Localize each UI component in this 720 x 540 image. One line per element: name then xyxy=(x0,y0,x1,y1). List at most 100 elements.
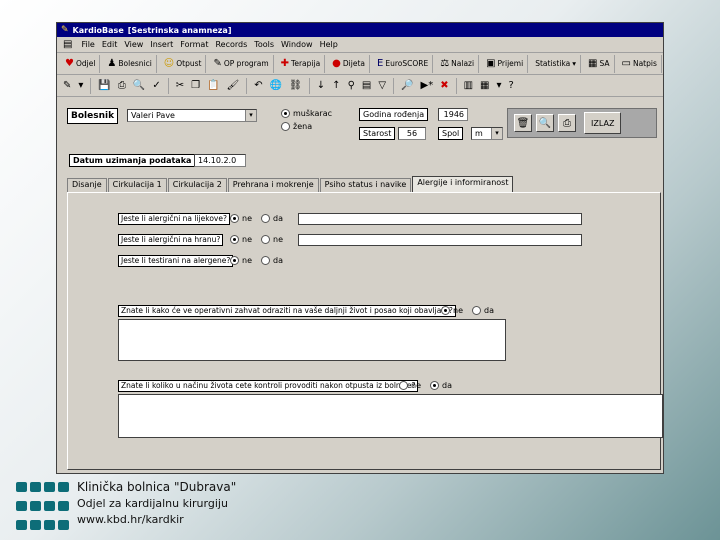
question-allergen-test: Jeste li testirani na alergene? xyxy=(118,255,234,267)
q3-option-no[interactable]: ne xyxy=(230,256,252,265)
copy-icon[interactable]: ❐ xyxy=(189,80,202,91)
tab-prehrana-mokrenje[interactable]: Prehrana i mokrenje xyxy=(227,178,319,192)
tab-cirkulacija-2[interactable]: Cirkulacija 2 xyxy=(167,178,227,192)
prijemi-button[interactable]: ▣ Prijemi xyxy=(482,54,529,73)
q4-radio-no[interactable] xyxy=(441,306,450,315)
q5-radio-no[interactable] xyxy=(399,381,408,390)
menu-tools[interactable]: Tools xyxy=(254,40,274,49)
dijeta-button[interactable]: ● Dijeta xyxy=(328,54,370,73)
q2-option-yes[interactable]: ne xyxy=(261,235,283,244)
save-icon[interactable]: 💾 xyxy=(96,80,112,91)
menu-window[interactable]: Window xyxy=(281,40,313,49)
filter-by-selection-icon[interactable]: ⚲ xyxy=(346,80,357,91)
date-field[interactable]: 14.10.2.0 xyxy=(194,154,246,167)
find-icon[interactable]: 🔎 xyxy=(399,80,415,91)
format-painter-icon[interactable]: 🖌 xyxy=(225,80,242,91)
otpust-button[interactable]: ☺ Otpust xyxy=(160,54,207,73)
new-object-icon[interactable]: ▦ xyxy=(478,80,491,91)
euroscore-button[interactable]: E EuroSCORE xyxy=(373,54,434,73)
q2-radio-yes[interactable] xyxy=(261,235,270,244)
q4-radio-yes[interactable] xyxy=(472,306,481,315)
sort-descending-icon[interactable]: ↑ xyxy=(330,80,342,91)
paste-icon[interactable]: 📋 xyxy=(205,80,221,91)
undo-icon[interactable]: ↶ xyxy=(252,80,264,91)
spelling-icon[interactable]: ✓ xyxy=(150,80,162,91)
exit-button[interactable]: IZLAZ xyxy=(584,112,622,134)
es-icon: E xyxy=(377,58,384,69)
web-toolbar-icon[interactable]: ⛓ xyxy=(287,80,304,91)
tab-disanje[interactable]: Disanje xyxy=(67,178,107,192)
q1-option-yes[interactable]: da xyxy=(261,214,283,223)
chevron-down-icon[interactable]: ▾ xyxy=(491,128,502,139)
nalazi-button[interactable]: ⚖ Nalazi xyxy=(436,54,480,73)
database-window-icon[interactable]: ▥ xyxy=(462,80,475,91)
patient-name-combo[interactable]: Valeri Pave ▾ xyxy=(127,109,257,122)
hospital-name: Klinička bolnica "Dubrava" xyxy=(77,480,237,494)
q2-detail-field[interactable] xyxy=(298,234,582,246)
apply-filter-icon[interactable]: ▽ xyxy=(376,80,388,91)
menu-format[interactable]: Format xyxy=(180,40,208,49)
sex-combo[interactable]: m ▾ xyxy=(471,127,503,140)
hyperlink-icon[interactable]: 🌐 xyxy=(268,80,284,91)
tab-psiho-status[interactable]: Psiho status i navike xyxy=(319,178,412,192)
q4-option-yes[interactable]: da xyxy=(472,306,494,315)
tab-cirkulacija-1[interactable]: Cirkulacija 1 xyxy=(107,178,167,192)
printer-icon: ⎙ xyxy=(563,117,571,129)
menu-help[interactable]: Help xyxy=(320,40,338,49)
q1-radio-no[interactable] xyxy=(230,214,239,223)
op-program-button[interactable]: ✎ OP program xyxy=(209,54,274,73)
q4-notes-memo[interactable] xyxy=(118,319,506,361)
menu-insert[interactable]: Insert xyxy=(150,40,173,49)
menu-records[interactable]: Records xyxy=(215,40,247,49)
radio-female[interactable] xyxy=(281,122,290,131)
new-object-dropdown-icon[interactable]: ▾ xyxy=(495,80,504,91)
q2-radio-no[interactable] xyxy=(230,235,239,244)
birth-year-field[interactable]: 1946 xyxy=(438,108,468,121)
radio-male[interactable] xyxy=(281,109,290,118)
q5-radio-yes[interactable] xyxy=(430,381,439,390)
filter-by-form-icon[interactable]: ▤ xyxy=(360,80,373,91)
age-field[interactable]: 56 xyxy=(398,127,426,140)
gender-option-female[interactable]: žena xyxy=(281,122,312,131)
form-menu-icon[interactable]: ▤ xyxy=(61,39,74,50)
question-allergy-drugs: Jeste li alergični na lijekove? xyxy=(118,213,230,225)
tab-alergije-informiranost[interactable]: Alergije i informiranost xyxy=(412,176,514,192)
odjel-button[interactable]: ♥ Odjel xyxy=(61,54,101,73)
design-view-icon[interactable]: ✎ xyxy=(61,80,73,91)
q5-notes-memo[interactable] xyxy=(118,394,663,438)
q3-radio-yes[interactable] xyxy=(261,256,270,265)
menu-file[interactable]: File xyxy=(81,40,94,49)
view-dropdown-icon[interactable]: ▾ xyxy=(76,80,85,91)
statistika-button[interactable]: Statistika ▾ xyxy=(531,54,582,73)
menu-view[interactable]: View xyxy=(124,40,143,49)
terapija-button[interactable]: ✚ Terapija xyxy=(277,54,326,73)
sort-ascending-icon[interactable]: ↓ xyxy=(315,80,327,91)
q1-detail-field[interactable] xyxy=(298,213,582,225)
q4-option-no[interactable]: ne xyxy=(441,306,463,315)
new-record-icon[interactable]: ▶* xyxy=(419,80,436,91)
cut-icon[interactable]: ✂ xyxy=(174,80,186,91)
natpis-button[interactable]: ▭ Natpis xyxy=(618,54,662,73)
q2-option-no[interactable]: ne xyxy=(230,235,252,244)
q3-option-yes[interactable]: da xyxy=(261,256,283,265)
q3-radio-no[interactable] xyxy=(230,256,239,265)
label-icon: ▭ xyxy=(621,58,631,69)
delete-record-icon[interactable]: ✖ xyxy=(438,80,450,91)
gender-option-male[interactable]: muškarac xyxy=(281,109,332,118)
menu-bar: ▤ File Edit View Insert Format Records T… xyxy=(57,37,663,53)
q1-radio-yes[interactable] xyxy=(261,214,270,223)
delete-button[interactable]: 🗑 xyxy=(514,114,532,132)
preview-button[interactable]: 🔍 xyxy=(536,114,554,132)
q5-option-no[interactable]: ne xyxy=(399,381,421,390)
bolesnici-button[interactable]: ♟ Bolesnici xyxy=(103,54,157,73)
chevron-down-icon[interactable]: ▾ xyxy=(245,110,256,121)
print-preview-icon[interactable]: 🔍 xyxy=(131,80,147,91)
date-label: Datum uzimanja podataka xyxy=(69,154,196,167)
q1-option-no[interactable]: ne xyxy=(230,214,252,223)
menu-edit[interactable]: Edit xyxy=(102,40,118,49)
help-icon[interactable]: ? xyxy=(507,80,516,91)
print-icon[interactable]: ⎙ xyxy=(116,80,128,91)
print-button[interactable]: ⎙ xyxy=(558,114,576,132)
q5-option-yes[interactable]: da xyxy=(430,381,452,390)
sa-button[interactable]: ▦ SA xyxy=(584,54,615,73)
